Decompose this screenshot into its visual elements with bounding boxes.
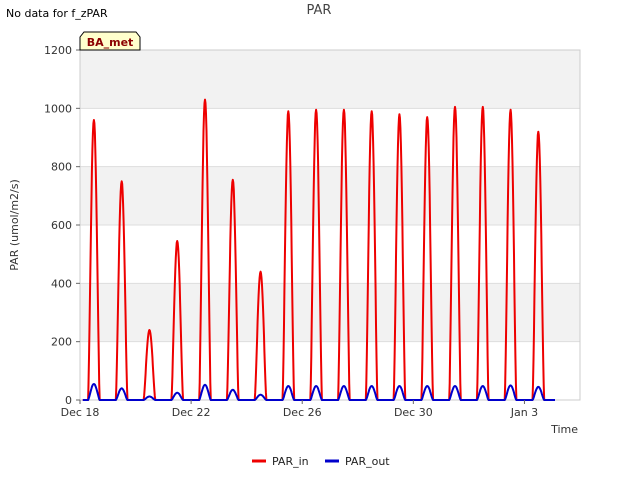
x-tick-label: Jan 3 bbox=[510, 406, 538, 419]
y-tick-label: 1200 bbox=[44, 44, 72, 57]
background-band bbox=[80, 166, 580, 225]
x-tick-label: Dec 22 bbox=[172, 406, 211, 419]
legend: PAR_in PAR_out bbox=[252, 455, 390, 468]
y-axis-label: PAR (umol/m2/s) bbox=[8, 179, 21, 271]
background-band bbox=[80, 283, 580, 342]
x-tick-label: Dec 26 bbox=[283, 406, 322, 419]
x-tick-label: Dec 30 bbox=[394, 406, 433, 419]
legend-label: PAR_out bbox=[345, 455, 390, 468]
y-tick-label: 600 bbox=[51, 219, 72, 232]
x-axis-label: Time bbox=[550, 423, 578, 436]
y-tick-label: 1000 bbox=[44, 102, 72, 115]
y-tick-label: 200 bbox=[51, 336, 72, 349]
background-band bbox=[80, 50, 580, 109]
x-tick-label: Dec 18 bbox=[61, 406, 100, 419]
y-tick-label: 400 bbox=[51, 277, 72, 290]
series-layer bbox=[82, 98, 555, 401]
legend-label: PAR_in bbox=[272, 455, 309, 468]
site-tag: BA_met bbox=[79, 31, 141, 51]
chart-title: PAR bbox=[307, 3, 332, 18]
par-chart: 020040060080010001200Dec 18 Dec 22 Dec 26 D… bbox=[8, 3, 581, 468]
site-tag-label: BA_met bbox=[87, 36, 134, 49]
background-bands bbox=[80, 50, 580, 342]
y-tick-label: 800 bbox=[51, 161, 72, 174]
series-line-par-in bbox=[82, 98, 555, 401]
